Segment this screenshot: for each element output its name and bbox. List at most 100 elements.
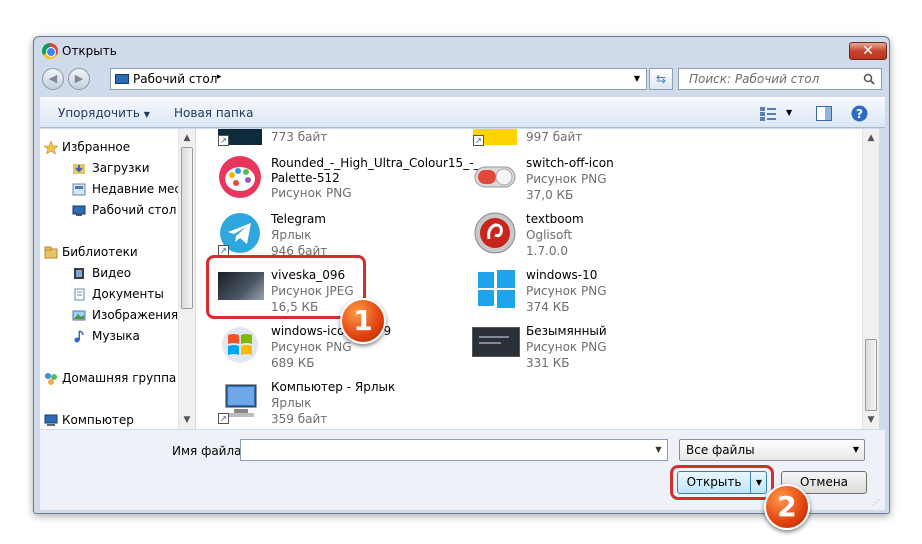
file-list-scrollbar[interactable]: ▲ ▼: [862, 129, 879, 429]
file-type: Рисунок PNG: [271, 340, 352, 354]
textboom-icon[interactable]: [473, 211, 517, 255]
nav-pictures[interactable]: Изображения: [92, 308, 178, 322]
open-split-button[interactable]: Открыть ▼: [677, 471, 767, 494]
nav-downloads[interactable]: Загрузки: [92, 161, 150, 175]
nav-video[interactable]: Видео: [92, 266, 131, 280]
view-options-icon[interactable]: [760, 107, 776, 121]
help-icon[interactable]: ?: [851, 105, 868, 122]
desktop-icon: [115, 74, 129, 84]
shortcut-arrow-icon: ↗: [218, 413, 229, 424]
scroll-up-icon[interactable]: ▲: [863, 133, 879, 143]
filename-dropdown-icon[interactable]: ▼: [650, 440, 667, 460]
file-name[interactable]: switch-off-icon: [526, 156, 614, 170]
file-size: 689 КБ: [271, 356, 315, 370]
address-dropdown-icon[interactable]: ▼: [634, 74, 640, 83]
scroll-up-icon[interactable]: ▲: [179, 133, 195, 143]
nav-homegroup[interactable]: Домашняя группа: [62, 371, 176, 385]
address-bar[interactable]: Рабочий стол ▸ ▼: [110, 68, 647, 90]
unnamed-thumbnail[interactable]: [472, 327, 520, 357]
svg-text:?: ?: [856, 107, 863, 121]
thumb-line: [479, 342, 501, 344]
file-type: Ярлык: [271, 396, 312, 410]
open-dropdown-icon[interactable]: ▼: [750, 472, 767, 493]
filename-label: Имя файла:: [172, 444, 246, 458]
nav-libraries[interactable]: Библиотеки: [62, 245, 138, 259]
dialog-footer: Имя файла: ▼ Все файлы ▼ Открыть ▼ Отмен…: [40, 430, 885, 510]
pictures-icon: [72, 310, 86, 321]
filename-field[interactable]: ▼: [240, 439, 668, 461]
documents-icon: [74, 288, 85, 301]
recent-places-icon: [72, 183, 86, 196]
organize-menu[interactable]: Упорядочить ▼: [58, 106, 150, 120]
file-type: Рисунок PNG: [526, 172, 607, 186]
breadcrumb-chevron-icon[interactable]: ▸: [217, 72, 222, 82]
file-meta: 773 байт: [271, 130, 328, 144]
view-dropdown-icon[interactable]: ▼: [786, 108, 792, 117]
new-folder-button[interactable]: Новая папка: [174, 106, 253, 120]
filter-dropdown-icon[interactable]: ▼: [853, 445, 859, 454]
scroll-down-icon[interactable]: ▼: [179, 415, 195, 425]
refresh-button[interactable]: ⇆: [649, 68, 673, 90]
libraries-icon: [44, 246, 58, 259]
file-version: 1.7.0.0: [526, 244, 568, 258]
file-name-line2: Palette-512: [271, 171, 340, 185]
file-name[interactable]: textboom: [526, 212, 584, 226]
palette-icon[interactable]: [218, 155, 262, 199]
forward-button[interactable]: ▶: [68, 68, 90, 90]
switch-off-icon[interactable]: [473, 157, 517, 197]
search-placeholder: Поиск: Рабочий стол: [689, 72, 820, 86]
file-name[interactable]: Компьютер - Ярлык: [271, 380, 395, 394]
file-name[interactable]: Rounded_-_High_Ultra_Colour15_-_: [271, 156, 480, 170]
file-meta: 997 байт: [526, 130, 583, 144]
file-size: 374 КБ: [526, 300, 570, 314]
back-button[interactable]: ◀: [42, 68, 64, 90]
file-type: Рисунок PNG: [526, 340, 607, 354]
video-icon: [74, 268, 84, 279]
shortcut-arrow-icon: ↗: [218, 135, 229, 146]
nav-desktop[interactable]: Рабочий стол: [92, 203, 176, 217]
windows-10-icon[interactable]: [476, 269, 516, 309]
navigation-pane: Избранное Загрузки Недавние места Рабочи…: [40, 129, 195, 429]
open-dialog: Открыть ✕ ◀ ▶ Рабочий стол ▸ ▼ ⇆ Поиск: …: [33, 36, 890, 514]
thumb-line: [479, 336, 509, 338]
windows-logo-icon[interactable]: [218, 323, 262, 367]
file-vendor: Oglisoft: [526, 228, 573, 242]
shortcut-arrow-icon: ↗: [473, 135, 484, 146]
star-icon: [44, 141, 58, 154]
file-size: 331 КБ: [526, 356, 570, 370]
chevron-down-icon: ▼: [143, 110, 150, 119]
file-name[interactable]: windows-10: [526, 268, 597, 282]
file-size: 359 байт: [271, 412, 328, 426]
music-icon: [74, 330, 84, 343]
open-button-label: Открыть: [686, 475, 742, 489]
nav-favorites[interactable]: Избранное: [62, 140, 130, 154]
file-type: Рисунок PNG: [271, 186, 352, 200]
search-icon: [863, 73, 875, 85]
step-badge-1: 1: [340, 298, 386, 344]
nav-scrollbar[interactable]: ▲ ▼: [178, 129, 195, 429]
file-scroll-thumb[interactable]: [865, 339, 877, 411]
address-path: Рабочий стол: [133, 72, 218, 86]
scroll-down-icon[interactable]: ▼: [863, 415, 879, 425]
computer-icon: [44, 414, 58, 426]
desktop-icon: [72, 205, 86, 216]
homegroup-icon: [45, 373, 57, 385]
organize-label: Упорядочить: [58, 106, 140, 120]
file-type: Рисунок PNG: [526, 284, 607, 298]
search-input[interactable]: Поиск: Рабочий стол: [678, 68, 882, 90]
nav-music[interactable]: Музыка: [92, 329, 140, 343]
downloads-icon: [73, 164, 85, 174]
nav-scroll-thumb[interactable]: [181, 147, 193, 309]
nav-documents[interactable]: Документы: [92, 287, 164, 301]
file-name[interactable]: Безымянный: [526, 324, 607, 338]
file-type-filter[interactable]: Все файлы ▼: [679, 439, 865, 461]
window-title: Открыть: [62, 44, 117, 58]
command-toolbar: Упорядочить ▼ Новая папка ▼ ?: [40, 97, 885, 128]
nav-computer[interactable]: Компьютер: [62, 413, 134, 427]
filter-value: Все файлы: [686, 443, 755, 457]
step-badge-2: 2: [764, 484, 810, 530]
file-name[interactable]: Telegram: [271, 212, 326, 226]
preview-pane-icon[interactable]: [816, 106, 832, 121]
close-button[interactable]: ✕: [849, 42, 887, 60]
resize-grip-icon[interactable]: ⋰: [872, 498, 882, 508]
